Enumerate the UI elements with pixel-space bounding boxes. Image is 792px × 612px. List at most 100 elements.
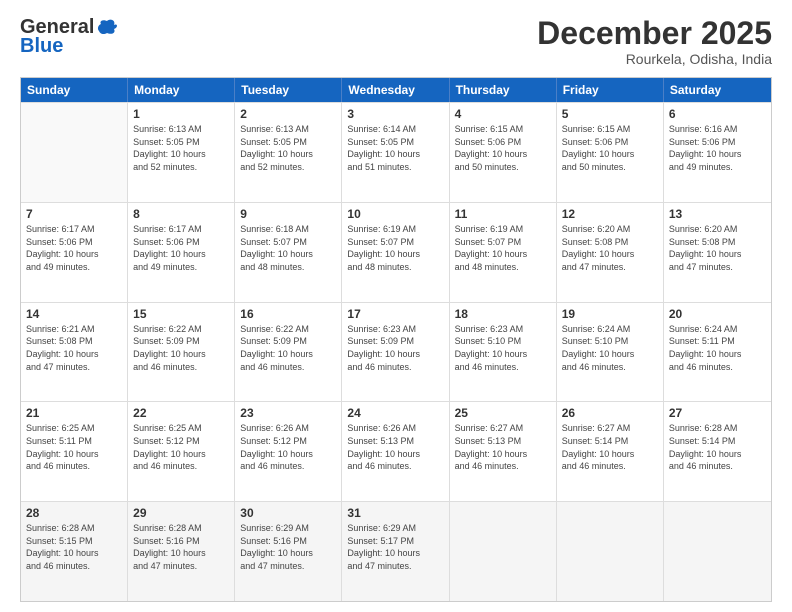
calendar-cell: 14 Sunrise: 6:21 AM Sunset: 5:08 PM Dayli… — [21, 303, 128, 402]
day-number: 6 — [669, 107, 766, 121]
day-info: Sunrise: 6:28 AM Sunset: 5:14 PM Dayligh… — [669, 422, 766, 472]
day-number: 29 — [133, 506, 229, 520]
day-number: 9 — [240, 207, 336, 221]
day-info: Sunrise: 6:26 AM Sunset: 5:13 PM Dayligh… — [347, 422, 443, 472]
page-container: General Blue December 2025 Rourkela, Odi… — [0, 0, 792, 612]
day-number: 7 — [26, 207, 122, 221]
day-info: Sunrise: 6:13 AM Sunset: 5:05 PM Dayligh… — [240, 123, 336, 173]
day-info: Sunrise: 6:23 AM Sunset: 5:09 PM Dayligh… — [347, 323, 443, 373]
calendar-cell: 28 Sunrise: 6:28 AM Sunset: 5:15 PM Dayli… — [21, 502, 128, 601]
day-number: 17 — [347, 307, 443, 321]
day-info: Sunrise: 6:14 AM Sunset: 5:05 PM Dayligh… — [347, 123, 443, 173]
calendar-cell: 3 Sunrise: 6:14 AM Sunset: 5:05 PM Daylig… — [342, 103, 449, 202]
header-day-friday: Friday — [557, 78, 664, 102]
calendar-cell: 16 Sunrise: 6:22 AM Sunset: 5:09 PM Dayli… — [235, 303, 342, 402]
day-number: 23 — [240, 406, 336, 420]
calendar-cell: 25Sunrise: 6:27 AM Sunset: 5:13 PM Dayli… — [450, 402, 557, 501]
calendar-row-4: 28 Sunrise: 6:28 AM Sunset: 5:15 PM Dayli… — [21, 501, 771, 601]
calendar-cell: 5Sunrise: 6:15 AM Sunset: 5:06 PM Daylig… — [557, 103, 664, 202]
calendar-cell: 12 Sunrise: 6:20 AM Sunset: 5:08 PM Dayli… — [557, 203, 664, 302]
day-info: Sunrise: 6:29 AM Sunset: 5:16 PM Dayligh… — [240, 522, 336, 572]
calendar-cell: 10 Sunrise: 6:19 AM Sunset: 5:07 PM Dayli… — [342, 203, 449, 302]
calendar-cell: 19Sunrise: 6:24 AM Sunset: 5:10 PM Dayli… — [557, 303, 664, 402]
logo-bird-icon — [96, 17, 118, 39]
calendar-cell: 18 Sunrise: 6:23 AM Sunset: 5:10 PM Dayli… — [450, 303, 557, 402]
day-info: Sunrise: 6:28 AM Sunset: 5:15 PM Dayligh… — [26, 522, 122, 572]
day-number: 27 — [669, 406, 766, 420]
day-info: Sunrise: 6:22 AM Sunset: 5:09 PM Dayligh… — [133, 323, 229, 373]
header-day-tuesday: Tuesday — [235, 78, 342, 102]
day-info: Sunrise: 6:18 AM Sunset: 5:07 PM Dayligh… — [240, 223, 336, 273]
day-number: 28 — [26, 506, 122, 520]
month-title: December 2025 — [537, 16, 772, 51]
header-day-monday: Monday — [128, 78, 235, 102]
calendar-cell: 20 Sunrise: 6:24 AM Sunset: 5:11 PM Dayli… — [664, 303, 771, 402]
day-info: Sunrise: 6:16 AM Sunset: 5:06 PM Dayligh… — [669, 123, 766, 173]
calendar-cell: 31 Sunrise: 6:29 AM Sunset: 5:17 PM Dayli… — [342, 502, 449, 601]
day-info: Sunrise: 6:25 AM Sunset: 5:11 PM Dayligh… — [26, 422, 122, 472]
calendar-cell: 4 Sunrise: 6:15 AM Sunset: 5:06 PM Daylig… — [450, 103, 557, 202]
day-number: 1 — [133, 107, 229, 121]
day-number: 20 — [669, 307, 766, 321]
day-number: 24 — [347, 406, 443, 420]
calendar-cell: 21 Sunrise: 6:25 AM Sunset: 5:11 PM Dayli… — [21, 402, 128, 501]
day-number: 10 — [347, 207, 443, 221]
day-number: 26 — [562, 406, 658, 420]
day-number: 3 — [347, 107, 443, 121]
calendar-row-2: 14 Sunrise: 6:21 AM Sunset: 5:08 PM Dayli… — [21, 302, 771, 402]
calendar-cell: 27 Sunrise: 6:28 AM Sunset: 5:14 PM Dayli… — [664, 402, 771, 501]
day-info: Sunrise: 6:17 AM Sunset: 5:06 PM Dayligh… — [26, 223, 122, 273]
day-number: 15 — [133, 307, 229, 321]
day-info: Sunrise: 6:19 AM Sunset: 5:07 PM Dayligh… — [347, 223, 443, 273]
calendar-cell: 26 Sunrise: 6:27 AM Sunset: 5:14 PM Dayli… — [557, 402, 664, 501]
day-number: 25 — [455, 406, 551, 420]
calendar-cell: 22 Sunrise: 6:25 AM Sunset: 5:12 PM Dayli… — [128, 402, 235, 501]
day-number: 21 — [26, 406, 122, 420]
day-info: Sunrise: 6:21 AM Sunset: 5:08 PM Dayligh… — [26, 323, 122, 373]
day-info: Sunrise: 6:27 AM Sunset: 5:14 PM Dayligh… — [562, 422, 658, 472]
calendar-cell: 13Sunrise: 6:20 AM Sunset: 5:08 PM Dayli… — [664, 203, 771, 302]
day-info: Sunrise: 6:22 AM Sunset: 5:09 PM Dayligh… — [240, 323, 336, 373]
location: Rourkela, Odisha, India — [537, 51, 772, 67]
calendar-cell: 30Sunrise: 6:29 AM Sunset: 5:16 PM Dayli… — [235, 502, 342, 601]
day-info: Sunrise: 6:20 AM Sunset: 5:08 PM Dayligh… — [562, 223, 658, 273]
header-day-wednesday: Wednesday — [342, 78, 449, 102]
calendar-cell — [664, 502, 771, 601]
day-info: Sunrise: 6:24 AM Sunset: 5:11 PM Dayligh… — [669, 323, 766, 373]
day-info: Sunrise: 6:19 AM Sunset: 5:07 PM Dayligh… — [455, 223, 551, 273]
day-info: Sunrise: 6:29 AM Sunset: 5:17 PM Dayligh… — [347, 522, 443, 572]
logo-blue: Blue — [20, 35, 63, 58]
calendar-cell — [557, 502, 664, 601]
day-info: Sunrise: 6:25 AM Sunset: 5:12 PM Dayligh… — [133, 422, 229, 472]
day-number: 22 — [133, 406, 229, 420]
calendar-row-1: 7 Sunrise: 6:17 AM Sunset: 5:06 PM Daylig… — [21, 202, 771, 302]
calendar: SundayMondayTuesdayWednesdayThursdayFrid… — [20, 77, 772, 602]
calendar-cell: 11Sunrise: 6:19 AM Sunset: 5:07 PM Dayli… — [450, 203, 557, 302]
calendar-body: 1 Sunrise: 6:13 AM Sunset: 5:05 PM Daylig… — [21, 102, 771, 601]
day-number: 18 — [455, 307, 551, 321]
day-number: 16 — [240, 307, 336, 321]
calendar-cell: 9 Sunrise: 6:18 AM Sunset: 5:07 PM Daylig… — [235, 203, 342, 302]
day-number: 12 — [562, 207, 658, 221]
calendar-row-0: 1 Sunrise: 6:13 AM Sunset: 5:05 PM Daylig… — [21, 102, 771, 202]
day-number: 13 — [669, 207, 766, 221]
day-number: 14 — [26, 307, 122, 321]
day-number: 2 — [240, 107, 336, 121]
calendar-cell: 29 Sunrise: 6:28 AM Sunset: 5:16 PM Dayli… — [128, 502, 235, 601]
calendar-cell: 8Sunrise: 6:17 AM Sunset: 5:06 PM Daylig… — [128, 203, 235, 302]
title-block: December 2025 Rourkela, Odisha, India — [537, 16, 772, 67]
day-info: Sunrise: 6:15 AM Sunset: 5:06 PM Dayligh… — [455, 123, 551, 173]
day-info: Sunrise: 6:23 AM Sunset: 5:10 PM Dayligh… — [455, 323, 551, 373]
day-number: 31 — [347, 506, 443, 520]
calendar-row-3: 21 Sunrise: 6:25 AM Sunset: 5:11 PM Dayli… — [21, 401, 771, 501]
day-info: Sunrise: 6:24 AM Sunset: 5:10 PM Dayligh… — [562, 323, 658, 373]
day-info: Sunrise: 6:28 AM Sunset: 5:16 PM Dayligh… — [133, 522, 229, 572]
calendar-cell: 6 Sunrise: 6:16 AM Sunset: 5:06 PM Daylig… — [664, 103, 771, 202]
day-info: Sunrise: 6:17 AM Sunset: 5:06 PM Dayligh… — [133, 223, 229, 273]
calendar-cell: 2 Sunrise: 6:13 AM Sunset: 5:05 PM Daylig… — [235, 103, 342, 202]
header-day-thursday: Thursday — [450, 78, 557, 102]
logo: General Blue — [20, 16, 118, 58]
day-number: 4 — [455, 107, 551, 121]
calendar-cell — [21, 103, 128, 202]
header-day-sunday: Sunday — [21, 78, 128, 102]
